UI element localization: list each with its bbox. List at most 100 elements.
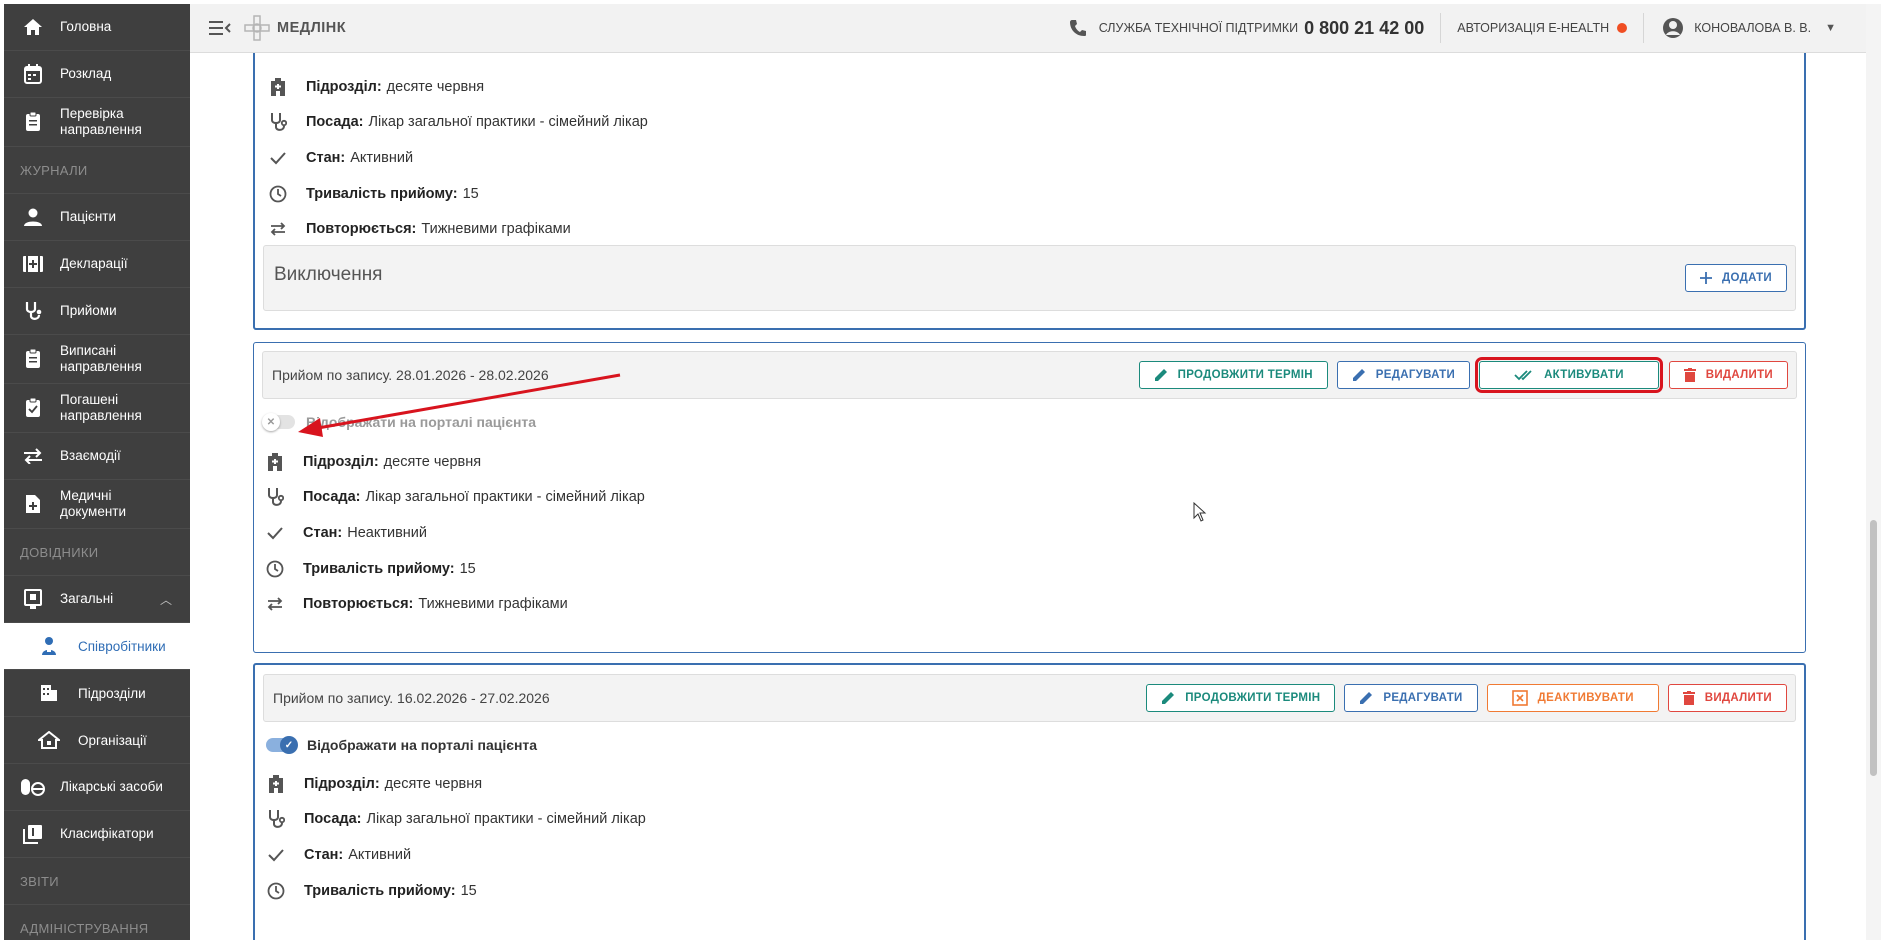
card-title: Прийом по запису. 16.02.2026 - 27.02.202… [273, 690, 550, 706]
clipboard-icon [20, 111, 46, 133]
sidebar-item-declarations[interactable]: Декларації [4, 241, 190, 288]
delete-button[interactable]: ВИДАЛИТИ [1667, 684, 1787, 712]
check-icon [263, 522, 287, 544]
sidebar-item-schedule[interactable]: Розклад [4, 51, 190, 98]
sidebar-item-referral-check[interactable]: Перевірка направлення [4, 98, 190, 147]
stethoscope-icon [263, 486, 287, 508]
state-row: Стан: Активний [266, 140, 866, 176]
pencil-icon [1352, 368, 1366, 382]
plus-icon [1699, 272, 1712, 284]
sidebar-item-issued-referrals[interactable]: Виписані направлення [4, 335, 190, 384]
sidebar-item-medical-documents[interactable]: Медичні документи [4, 480, 190, 529]
position-row: Посада: Лікар загальної практики - сімейн… [264, 802, 864, 838]
department-row: Підрозділ: десяте червня [266, 69, 866, 105]
chevron-up-icon: ︿ [159, 592, 172, 607]
activate-button[interactable]: АКТИВУВАТИ [1475, 357, 1663, 393]
check-icon: ✓ [280, 736, 298, 754]
card-header: Прийом по запису. 16.02.2026 - 27.02.202… [263, 674, 1796, 722]
check-icon [266, 147, 290, 169]
card-title: Прийом по запису. 28.01.2026 - 28.02.202… [272, 367, 549, 383]
extend-term-button[interactable]: ПРОДОВЖИТИ ТЕРМІН [1146, 684, 1336, 712]
clipboard-check-icon [20, 397, 46, 419]
organization-icon [38, 730, 60, 750]
add-exclusion-button[interactable]: ДОДАТИ [1684, 264, 1787, 292]
portal-switch-off[interactable]: ✕ [262, 413, 295, 431]
portal-switch-on[interactable]: ✓ [266, 736, 298, 754]
sidebar-item-general[interactable]: Загальні ︿ [4, 576, 190, 623]
trash-icon [1683, 368, 1696, 382]
sidebar: Головна Розклад Перевірка направлення ЖУ… [4, 4, 190, 940]
building-icon [38, 683, 60, 703]
sidebar-item-redeemed-referrals[interactable]: Погашені направлення [4, 384, 190, 433]
sidebar-item-patients[interactable]: Пацієнти [4, 194, 190, 241]
edit-button[interactable]: РЕДАГУВАТИ [1336, 361, 1471, 389]
repeats-row: Повторюється: Тижневими графіками [266, 211, 866, 247]
ehealth-status-dot [1617, 23, 1628, 33]
duration-row: Тривалість прийому: 15 [266, 176, 866, 212]
user-menu[interactable]: КОНОВАЛОВА В. В. ▼ [1644, 17, 1866, 39]
sidebar-section-journals: ЖУРНАЛИ [4, 147, 190, 194]
sidebar-section-references: ДОВІДНИКИ [4, 529, 190, 576]
declaration-icon [20, 253, 46, 275]
clock-icon [264, 880, 288, 902]
phone-icon [1069, 19, 1087, 37]
badge-icon [20, 588, 46, 610]
vertical-scrollbar[interactable] [1866, 4, 1881, 940]
menu-collapse-icon[interactable] [209, 19, 231, 37]
pencil-icon [1154, 368, 1168, 382]
sidebar-item-home[interactable]: Головна [4, 4, 190, 51]
duration-row: Тривалість прийому: 15 [264, 873, 864, 909]
medlink-logo-icon [243, 14, 271, 42]
exclusions-panel: Виключення ДОДАТИ [263, 245, 1796, 311]
sidebar-item-medicines[interactable]: Лікарські засоби [4, 764, 190, 811]
sidebar-item-employees[interactable]: Співробітники [4, 623, 190, 670]
support-info: СЛУЖБА ТЕХНІЧНОЇ ПІДТРИМКИ 0 800 21 42 0… [1069, 13, 1442, 43]
extend-term-button[interactable]: ПРОДОВЖИТИ ТЕРМІН [1138, 361, 1328, 389]
top-header: МЕДЛІНК СЛУЖБА ТЕХНІЧНОЇ ПІДТРИМКИ 0 800… [190, 4, 1866, 53]
repeat-icon [266, 218, 290, 240]
main-content: Підрозділ: десяте червня Посада: Лікар заг… [190, 53, 1866, 940]
position-row: Посада: Лікар загальної практики - сімейн… [266, 105, 866, 141]
schedule-card-2: Прийом по запису. 28.01.2026 - 28.02.202… [253, 342, 1806, 653]
sidebar-item-classifiers[interactable]: Класифікатори [4, 811, 190, 858]
portal-visibility-toggle[interactable]: ✓ Відображати на порталі пацієнта [266, 736, 537, 754]
delete-button[interactable]: ВИДАЛИТИ [1668, 361, 1788, 389]
edit-button[interactable]: РЕДАГУВАТИ [1344, 684, 1478, 712]
sidebar-item-departments[interactable]: Підрозділи [4, 670, 190, 717]
repeat-icon [263, 593, 287, 615]
caret-down-icon: ▼ [1825, 22, 1836, 34]
close-icon: ✕ [262, 413, 280, 431]
schedule-card-1: Підрозділ: десяте червня Посада: Лікар заг… [253, 53, 1806, 330]
check-icon [264, 844, 288, 866]
double-check-icon [1514, 369, 1534, 381]
stethoscope-icon [266, 111, 290, 133]
repeats-row: Повторюється: Тижневими графіками [263, 586, 863, 622]
close-box-icon [1511, 690, 1528, 706]
state-row: Стан: Неактивний [263, 515, 863, 551]
deactivate-button[interactable]: ДЕАКТИВУВАТИ [1486, 684, 1659, 712]
account-circle-icon [1662, 17, 1684, 39]
hospital-icon [264, 773, 288, 795]
home-icon [20, 16, 46, 38]
trash-icon [1682, 691, 1695, 705]
exclusions-title: Виключення [274, 264, 383, 285]
employee-icon [38, 636, 60, 656]
ehealth-auth[interactable]: АВТОРИЗАЦІЯ E-HEALTH [1441, 13, 1645, 43]
stethoscope-icon [20, 300, 46, 322]
scrollbar-thumb[interactable] [1870, 520, 1877, 776]
card-header: Прийом по запису. 28.01.2026 - 28.02.202… [262, 351, 1797, 399]
sidebar-item-interactions[interactable]: Взаємодії [4, 433, 190, 480]
pencil-icon [1359, 691, 1373, 705]
sidebar-item-appointments[interactable]: Прийоми [4, 288, 190, 335]
schedule-card-3: Прийом по запису. 16.02.2026 - 27.02.202… [253, 663, 1806, 940]
clipboard-icon [20, 348, 46, 370]
brand-name: МЕДЛІНК [277, 20, 347, 36]
brand[interactable]: МЕДЛІНК [243, 14, 346, 42]
mouse-cursor-icon [1193, 502, 1207, 522]
sidebar-item-organizations[interactable]: Організації [4, 717, 190, 764]
clock-icon [266, 183, 290, 205]
pills-icon [20, 776, 46, 798]
portal-visibility-toggle[interactable]: ✕ Відображати на порталі пацієнта [262, 413, 536, 431]
ehealth-label: АВТОРИЗАЦІЯ E-HEALTH [1457, 21, 1610, 35]
user-name: КОНОВАЛОВА В. В. [1694, 21, 1812, 35]
